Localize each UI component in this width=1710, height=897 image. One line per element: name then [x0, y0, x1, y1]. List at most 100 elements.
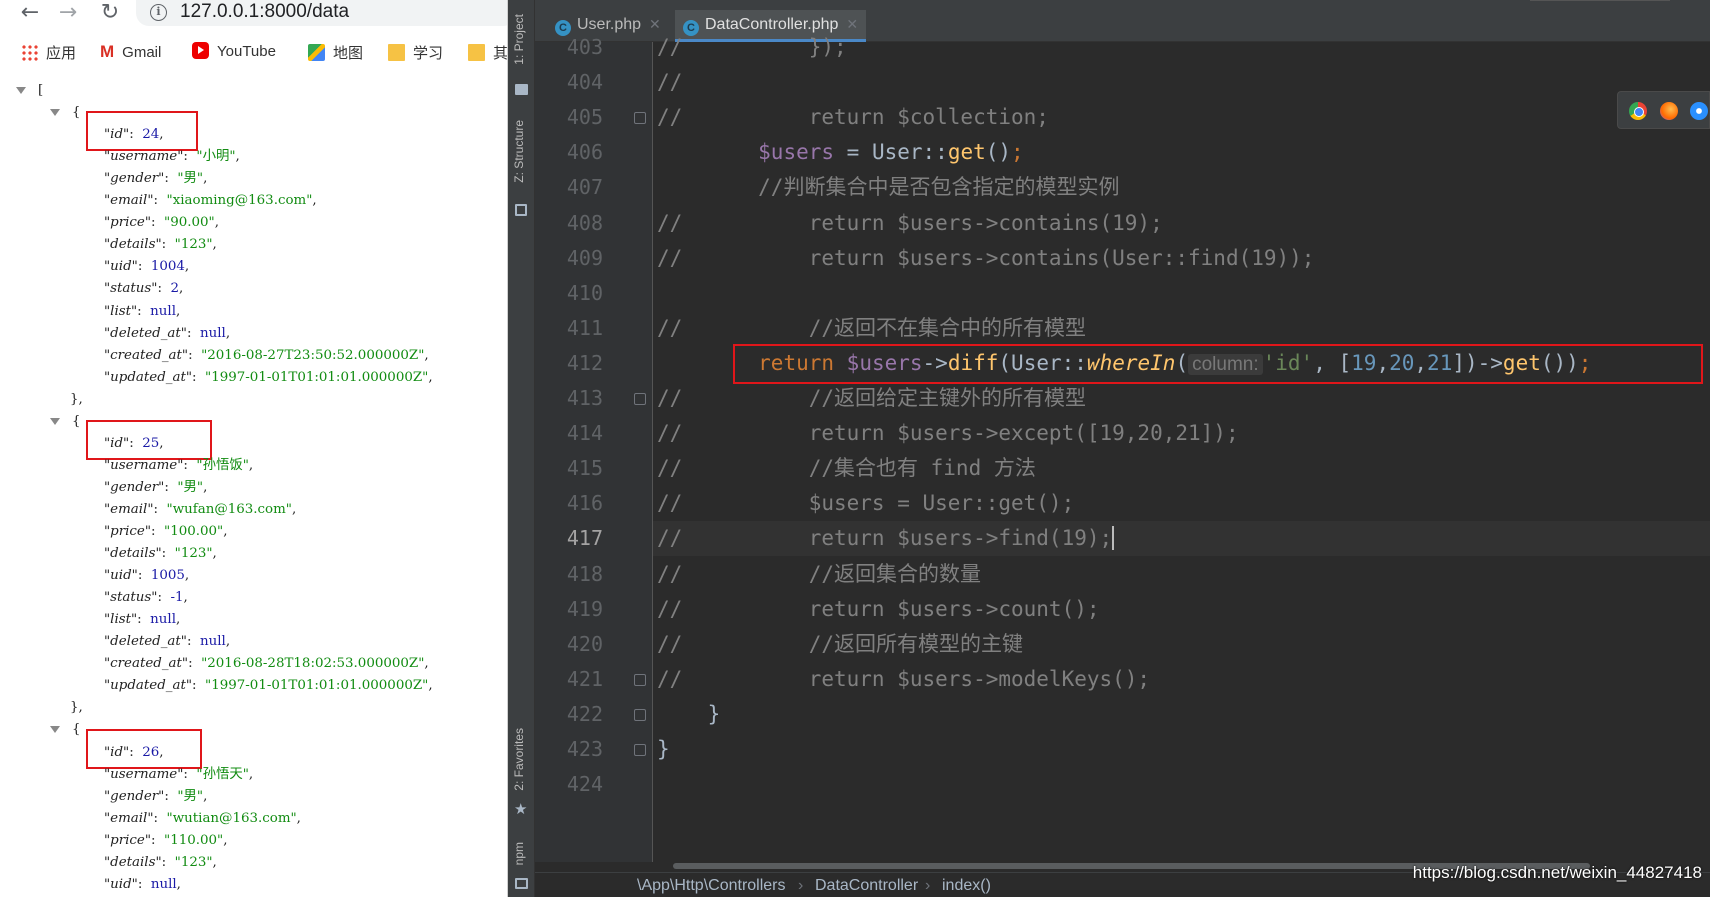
code-line[interactable]: // return $users->except([19,20,21]);	[653, 416, 1710, 451]
bookmark-study-folder[interactable]: 学习	[388, 42, 443, 63]
side-tab-project[interactable]: 1: Project	[512, 14, 526, 65]
json-comma: ,	[223, 524, 228, 539]
chrome-icon[interactable]	[1629, 102, 1647, 120]
safari-icon[interactable]	[1690, 102, 1708, 120]
json-comma: ,	[179, 281, 184, 297]
json-comma: ,	[428, 369, 433, 385]
back-arrow-icon[interactable]: ←	[15, 0, 45, 26]
json-field-uid: "uid": null,	[104, 874, 181, 896]
fold-marker-icon[interactable]	[634, 673, 646, 686]
code-line[interactable]: // return $users->contains(User::find(19…	[653, 241, 1710, 276]
code-line[interactable]: // $users = User::get();	[653, 486, 1710, 521]
code-line[interactable]: // //返回所有模型的主键	[653, 627, 1710, 662]
npm-icon[interactable]	[515, 878, 528, 889]
line-number[interactable]: 420	[535, 627, 603, 662]
fold-marker-icon[interactable]	[634, 393, 646, 405]
json-colon: :	[188, 656, 202, 672]
line-number[interactable]: 417	[535, 521, 603, 556]
line-number[interactable]: 410	[535, 276, 603, 311]
firefox-icon[interactable]	[1660, 102, 1678, 120]
code-line[interactable]	[653, 276, 1710, 311]
structure-icon[interactable]	[515, 204, 527, 216]
side-tab-favorites[interactable]: 2: Favorites	[512, 728, 526, 791]
line-number[interactable]: 413	[535, 381, 603, 416]
line-number[interactable]: 421	[535, 662, 603, 697]
line-number[interactable]: 418	[535, 557, 603, 592]
line-number[interactable]: 411	[535, 311, 603, 346]
star-icon[interactable]: ★	[514, 800, 527, 818]
collapse-toggle-icon[interactable]	[50, 726, 60, 734]
collapse-toggle-icon[interactable]	[50, 109, 60, 117]
code-line[interactable]: }	[653, 697, 1710, 732]
json-colon: :	[186, 325, 200, 341]
address-bar[interactable]: i 127.0.0.1:8000/data	[136, 0, 507, 26]
code-line[interactable]: }	[653, 732, 1710, 767]
line-number[interactable]: 406	[535, 135, 603, 170]
json-comma: ,	[176, 876, 181, 892]
line-number[interactable]: 409	[535, 241, 603, 276]
code-line[interactable]: // return $users->contains(19);	[653, 206, 1710, 241]
code-line[interactable]: // return $users->find(19);	[653, 521, 1710, 557]
breadcrumb-class[interactable]: DataController	[815, 873, 918, 897]
code-line[interactable]: // return $users->count();	[653, 592, 1710, 627]
fold-marker-icon[interactable]	[634, 112, 646, 125]
json-key: "details"	[104, 237, 162, 253]
line-number[interactable]: 404	[535, 65, 603, 100]
side-tab-npm[interactable]: npm	[512, 842, 526, 865]
code-line[interactable]: // //集合也有 find 方法	[653, 451, 1710, 486]
json-field-updated_at: "updated_at": "1997-01-01T01:01:01.00000…	[104, 675, 433, 697]
line-number[interactable]: 422	[535, 697, 603, 732]
fold-marker-icon[interactable]	[634, 708, 646, 721]
reload-icon[interactable]: ↻	[95, 0, 125, 26]
collapse-toggle-icon[interactable]	[50, 417, 60, 425]
json-colon: :	[164, 479, 178, 495]
bookmark-maps[interactable]: 地图	[308, 42, 363, 63]
line-number[interactable]: 405	[535, 100, 603, 135]
line-number[interactable]: 408	[535, 206, 603, 241]
bookmark-other-folder[interactable]: 其	[468, 42, 507, 63]
code-editor[interactable]: // });//// return $collection; $users = …	[653, 35, 1710, 862]
bookmark-label: Gmail	[122, 44, 162, 61]
code-line[interactable]: // return $collection;	[653, 100, 1710, 135]
bookmark-gmail[interactable]: M Gmail	[100, 42, 161, 62]
line-number[interactable]: 407	[535, 170, 603, 205]
json-colon: :	[161, 546, 175, 562]
code-line[interactable]: // //返回给定主键外的所有模型	[653, 381, 1710, 416]
code-line[interactable]: $users = User::get();	[653, 135, 1710, 170]
code-line[interactable]: // return $users->modelKeys();	[653, 662, 1710, 697]
code-line[interactable]: // //返回集合的数量	[653, 557, 1710, 592]
line-number[interactable]: 419	[535, 592, 603, 627]
code-line[interactable]: //判断集合中是否包含指定的模型实例	[653, 170, 1710, 205]
code-line[interactable]	[653, 767, 1710, 802]
json-comma: ,	[296, 810, 301, 826]
side-tab-structure[interactable]: Z: Structure	[512, 120, 526, 183]
breadcrumb-method[interactable]: index()	[942, 873, 991, 897]
line-number[interactable]: 415	[535, 451, 603, 486]
json-string: "wutian@163.com"	[166, 810, 297, 826]
bookmark-label: 学习	[413, 45, 444, 62]
forward-arrow-icon[interactable]: →	[53, 0, 83, 26]
json-field-created_at: "created_at": "2016-08-27T23:50:52.00000…	[104, 345, 429, 367]
code-line[interactable]: // });	[653, 30, 1710, 65]
line-number[interactable]: 403	[535, 30, 603, 65]
line-number[interactable]: 412	[535, 346, 603, 381]
bookmark-apps[interactable]: 应用	[21, 42, 76, 63]
info-icon[interactable]: i	[150, 4, 167, 21]
line-number[interactable]: 423	[535, 732, 603, 767]
json-number: 1005	[150, 568, 185, 584]
folder-icon[interactable]	[515, 84, 528, 95]
breadcrumb-namespace[interactable]: \App\Http\Controllers	[637, 873, 786, 897]
line-number[interactable]: 424	[535, 767, 603, 802]
json-string: "2016-08-28T18:02:53.000000Z"	[201, 656, 425, 672]
code-line[interactable]: // //返回不在集合中的所有模型	[653, 311, 1710, 346]
json-record-open: {	[72, 411, 81, 433]
collapse-toggle-icon[interactable]	[16, 87, 26, 94]
fold-marker-icon[interactable]	[634, 744, 646, 756]
line-number[interactable]: 416	[535, 486, 603, 521]
line-number[interactable]: 414	[535, 416, 603, 451]
code-line[interactable]: //	[653, 65, 1710, 100]
url-text[interactable]: 127.0.0.1:8000/data	[180, 1, 349, 23]
json-number: 2	[170, 281, 179, 297]
bookmark-youtube[interactable]: YouTube	[192, 42, 276, 60]
json-colon: :	[151, 832, 165, 848]
